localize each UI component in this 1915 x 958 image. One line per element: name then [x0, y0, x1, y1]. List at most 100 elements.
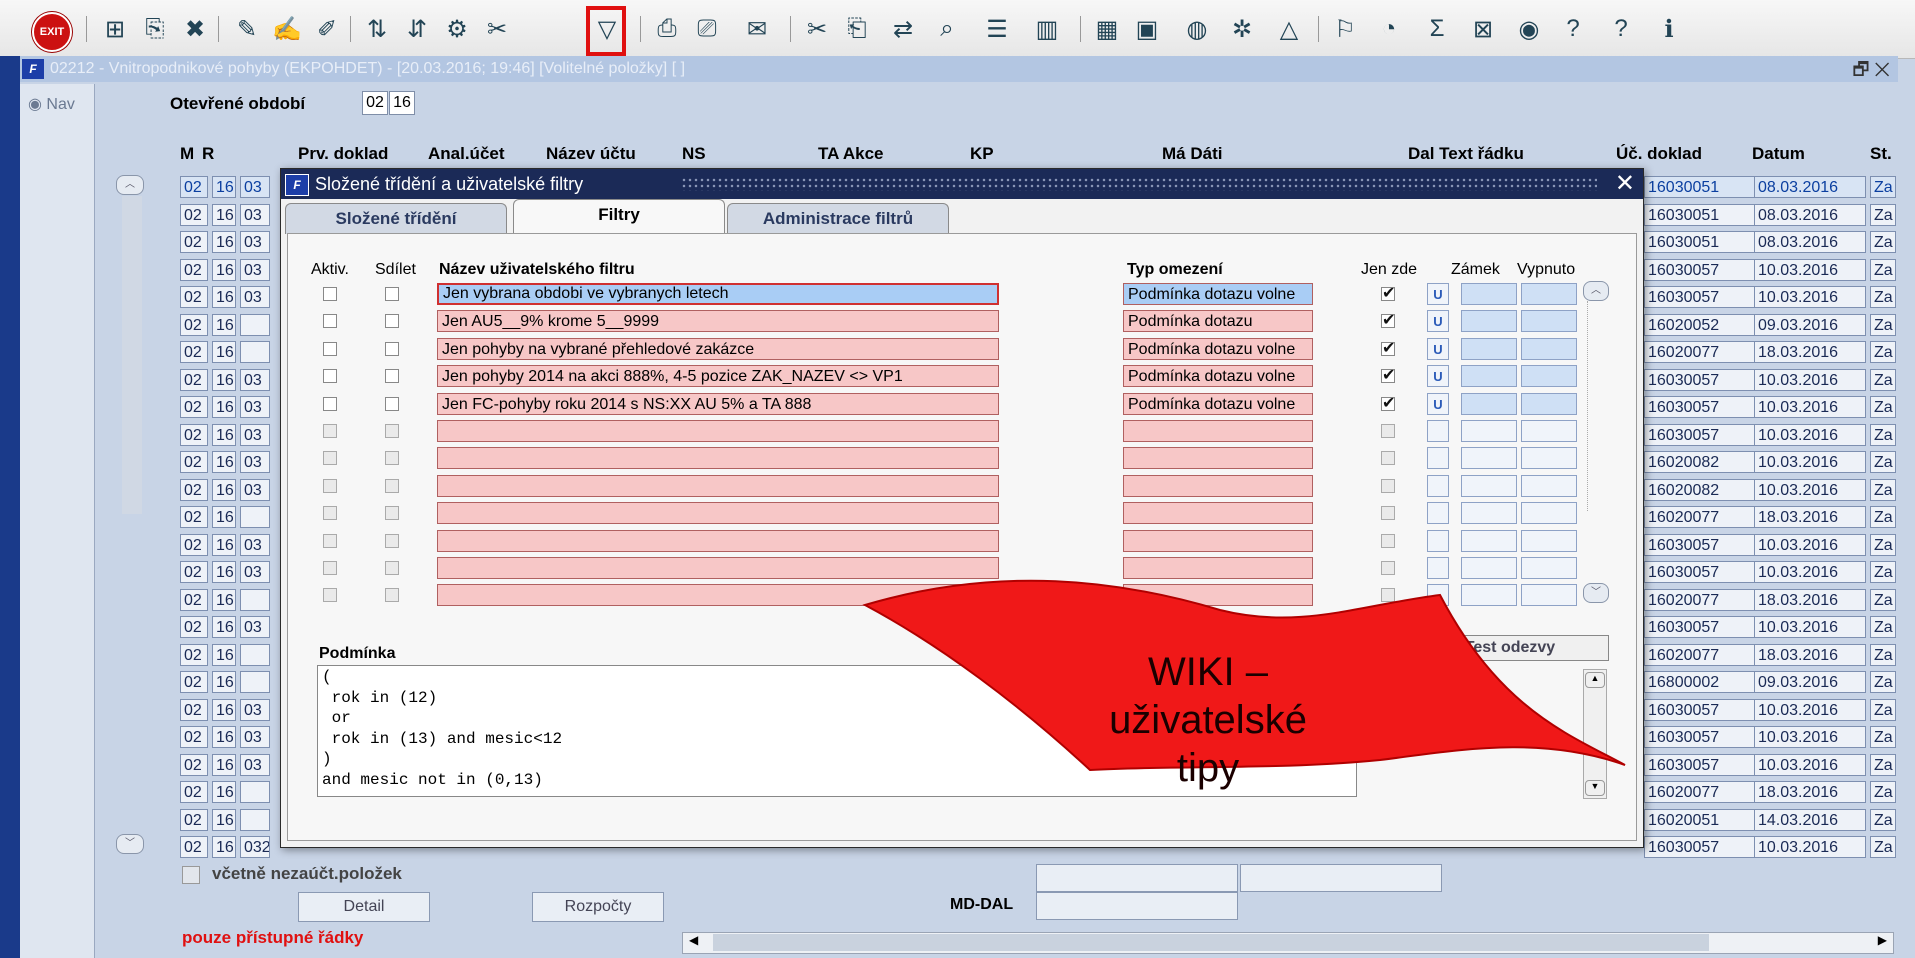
table-cell[interactable]: 16030057: [1644, 423, 1756, 446]
table-cell[interactable]: 16: [212, 726, 236, 748]
table-cell[interactable]: Za: [1870, 286, 1896, 308]
table-cell[interactable]: 03: [240, 231, 270, 253]
table-cell[interactable]: Za: [1870, 231, 1896, 253]
close-icon[interactable]: ✕: [1615, 169, 1635, 199]
share-checkbox[interactable]: [385, 506, 399, 521]
scroll-right-icon[interactable]: ▶: [1878, 933, 1887, 947]
off-field[interactable]: [1521, 365, 1577, 388]
table-cell[interactable]: 10.03.2016: [1754, 286, 1866, 308]
table-cell[interactable]: Za: [1870, 726, 1896, 748]
table-cell[interactable]: 02: [180, 341, 208, 363]
tab-filter-admin[interactable]: Administrace filtrů: [727, 203, 949, 234]
active-checkbox[interactable]: [323, 424, 337, 438]
table-cell[interactable]: 02: [180, 781, 208, 803]
off-field[interactable]: [1521, 502, 1577, 525]
restriction-type-field[interactable]: [1123, 420, 1313, 442]
search-icon[interactable]: ⌕: [930, 12, 964, 46]
condition-scroll-down-icon[interactable]: ▼: [1585, 780, 1605, 796]
table-cell[interactable]: Za: [1870, 451, 1896, 473]
table-cell[interactable]: 16030057: [1644, 368, 1756, 391]
table-cell[interactable]: 14.03.2016: [1754, 808, 1866, 831]
filter-name-field[interactable]: [437, 420, 999, 442]
table-cell[interactable]: 16: [212, 698, 236, 721]
print-icon[interactable]: ⎙: [650, 12, 684, 46]
share-checkbox[interactable]: [385, 369, 399, 384]
table-cell[interactable]: Za: [1870, 808, 1896, 831]
table-cell[interactable]: 16030057: [1644, 616, 1756, 638]
period-year-field[interactable]: 16: [389, 91, 415, 115]
active-checkbox[interactable]: [323, 369, 337, 384]
table-cell[interactable]: 16030057: [1644, 836, 1756, 858]
globe-icon[interactable]: ◍: [1180, 12, 1214, 46]
table-cell[interactable]: Za: [1870, 753, 1896, 776]
table-cell[interactable]: 02: [180, 258, 208, 281]
table-cell[interactable]: 02: [180, 396, 208, 418]
lock-field[interactable]: [1461, 337, 1517, 360]
restriction-type-field[interactable]: [1123, 474, 1313, 497]
lock-u-field[interactable]: [1427, 502, 1449, 525]
table-cell[interactable]: 16030057: [1644, 396, 1756, 418]
lock-field[interactable]: [1461, 447, 1517, 470]
table-cell[interactable]: 16: [212, 423, 236, 446]
table-cell[interactable]: 16030057: [1644, 286, 1756, 308]
table-cell[interactable]: Za: [1870, 203, 1896, 226]
table-cell[interactable]: 16030051: [1644, 176, 1756, 198]
only-here-checkbox[interactable]: [1381, 533, 1395, 548]
share-checkbox[interactable]: [385, 341, 399, 356]
budget-button[interactable]: Rozpočty: [532, 892, 664, 922]
table-cell[interactable]: 02: [180, 533, 208, 556]
lock-u-field[interactable]: [1427, 420, 1449, 442]
table-cell[interactable]: 08.03.2016: [1754, 176, 1866, 198]
table-cell[interactable]: 16: [212, 478, 236, 501]
table-cell[interactable]: 02: [180, 478, 208, 501]
only-here-checkbox[interactable]: [1381, 506, 1395, 521]
active-checkbox[interactable]: [323, 506, 337, 521]
table-cell[interactable]: [240, 341, 270, 363]
table-cell[interactable]: 10.03.2016: [1754, 451, 1866, 473]
active-checkbox[interactable]: [323, 561, 337, 575]
off-field[interactable]: [1521, 283, 1577, 305]
lock-u-field[interactable]: U: [1427, 283, 1449, 305]
table-cell[interactable]: 10.03.2016: [1754, 258, 1866, 281]
query-execute-icon[interactable]: ✍: [270, 12, 304, 46]
restriction-type-field[interactable]: Podmínka dotazu volne: [1123, 365, 1313, 388]
table-cell[interactable]: 03: [240, 616, 270, 638]
table-cell[interactable]: 02: [180, 368, 208, 391]
table-cell[interactable]: 18.03.2016: [1754, 506, 1866, 528]
table-cell[interactable]: 10.03.2016: [1754, 396, 1866, 418]
info-icon[interactable]: ℹ: [1652, 12, 1686, 46]
filter-name-field[interactable]: Jen pohyby 2014 na akci 888%, 4-5 pozice…: [437, 365, 999, 388]
sort-asc-icon[interactable]: ⇅: [360, 12, 394, 46]
table-cell[interactable]: 10.03.2016: [1754, 533, 1866, 556]
table-cell[interactable]: 08.03.2016: [1754, 203, 1866, 226]
only-here-checkbox[interactable]: [1381, 393, 1395, 413]
table-cell[interactable]: 16: [212, 258, 236, 281]
table-cell[interactable]: 16030057: [1644, 753, 1756, 776]
table-cell[interactable]: 03: [240, 286, 270, 308]
active-checkbox[interactable]: [323, 451, 337, 466]
table-cell[interactable]: 16: [212, 643, 236, 666]
table-cell[interactable]: 16020077: [1644, 588, 1756, 611]
table-cell[interactable]: 16: [212, 781, 236, 803]
table-cell[interactable]: 02: [180, 313, 208, 336]
table-cell[interactable]: 16020077: [1644, 506, 1756, 528]
table-cell[interactable]: 10.03.2016: [1754, 478, 1866, 501]
table-cell[interactable]: Za: [1870, 313, 1896, 336]
period-month-field[interactable]: 02: [362, 91, 388, 115]
filter-name-field[interactable]: Jen pohyby na vybrané přehledové zakázce: [437, 337, 999, 360]
table-cell[interactable]: 03: [240, 258, 270, 281]
off-field[interactable]: [1521, 420, 1577, 442]
columns-icon[interactable]: ▥: [1030, 12, 1064, 46]
table-cell[interactable]: Za: [1870, 396, 1896, 418]
paste-icon[interactable]: ⎗: [840, 12, 874, 46]
table-cell[interactable]: Za: [1870, 176, 1896, 198]
table-cell[interactable]: 03: [240, 176, 270, 198]
off-field[interactable]: [1521, 529, 1577, 552]
share-checkbox[interactable]: [385, 588, 399, 603]
table-cell[interactable]: 16030057: [1644, 698, 1756, 721]
lock-u-field[interactable]: [1427, 529, 1449, 552]
only-here-checkbox[interactable]: [1381, 310, 1395, 330]
table-cell[interactable]: 16020077: [1644, 341, 1756, 363]
table-cell[interactable]: 16: [212, 753, 236, 776]
table-cell[interactable]: [240, 313, 270, 336]
